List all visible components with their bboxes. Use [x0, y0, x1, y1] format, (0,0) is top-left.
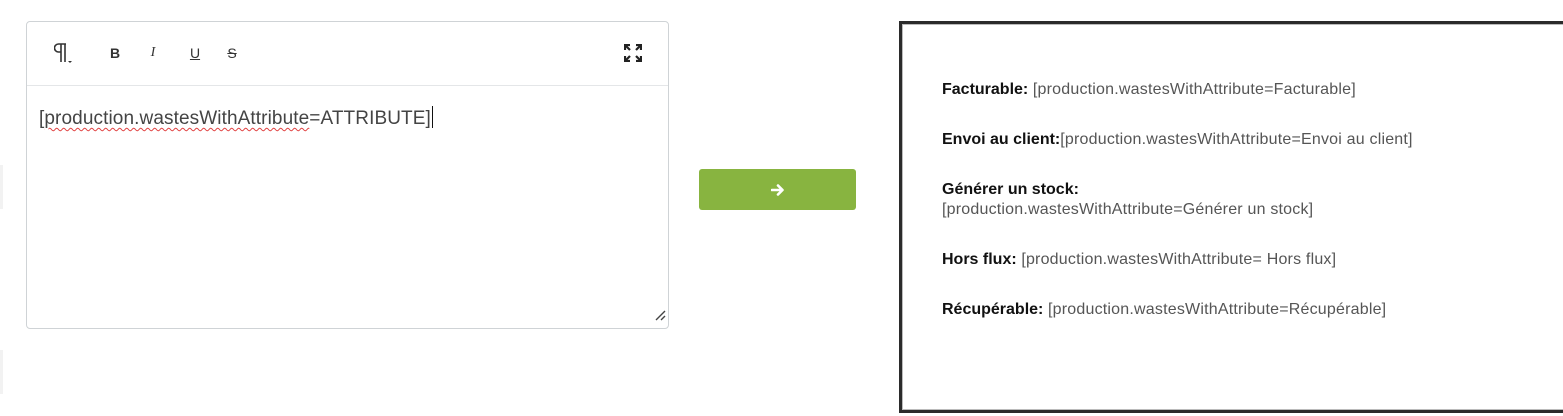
editor-text-misspelled: production.wastesWithAttribute [44, 108, 310, 129]
rich-text-editor[interactable]: B I U S [production.wastesWithAttribute=… [26, 21, 669, 329]
row-label: Générer un stock: [942, 181, 1079, 198]
row-value: [production.wastesWithAttribute=Facturab… [1028, 81, 1356, 98]
text-caret [431, 106, 433, 128]
left-edge-mark [0, 165, 3, 209]
row-value: [production.wastesWithAttribute=Récupéra… [1043, 301, 1387, 318]
editor-content[interactable]: [production.wastesWithAttribute=ATTRIBUT… [39, 106, 656, 130]
row-value: [production.wastesWithAttribute=Envoi au… [1060, 131, 1413, 148]
paragraph-format-button[interactable] [52, 40, 78, 66]
strikethrough-button[interactable]: S [219, 40, 245, 66]
preview-panel: Facturable: [production.wastesWithAttrib… [899, 21, 1563, 413]
preview-row-hors-flux: Hors flux: [production.wastesWithAttribu… [942, 250, 1336, 270]
row-label: Hors flux: [942, 251, 1017, 268]
preview-row-facturable: Facturable: [production.wastesWithAttrib… [942, 80, 1356, 100]
preview-row-generer-stock-label: Générer un stock: [942, 180, 1079, 200]
preview-row-recuperable: Récupérable: [production.wastesWithAttri… [942, 300, 1386, 320]
resize-handle[interactable] [654, 308, 666, 326]
italic-button[interactable]: I [140, 40, 166, 66]
preview-row-envoi-client: Envoi au client:[production.wastesWithAt… [942, 130, 1413, 150]
row-value: [production.wastesWithAttribute= Hors fl… [1016, 251, 1337, 268]
editor-toolbar: B I U S [27, 22, 668, 86]
row-label: Récupérable: [942, 301, 1044, 318]
pilcrow-icon [54, 43, 72, 63]
left-edge-mark [0, 350, 3, 394]
arrow-right-icon [770, 183, 784, 196]
row-value: [production.wastesWithAttribute=Générer … [942, 201, 1314, 218]
resize-grip-icon [655, 310, 666, 321]
bold-button[interactable]: B [102, 40, 128, 66]
convert-button[interactable] [699, 169, 856, 210]
preview-row-generer-stock-value: [production.wastesWithAttribute=Générer … [942, 200, 1313, 220]
fullscreen-button[interactable] [620, 40, 646, 66]
row-label: Facturable: [942, 81, 1029, 98]
row-label: Envoi au client: [942, 131, 1061, 148]
expand-icon [624, 44, 642, 62]
underline-button[interactable]: U [182, 40, 208, 66]
editor-text-rest: =ATTRIBUTE] [309, 108, 431, 129]
